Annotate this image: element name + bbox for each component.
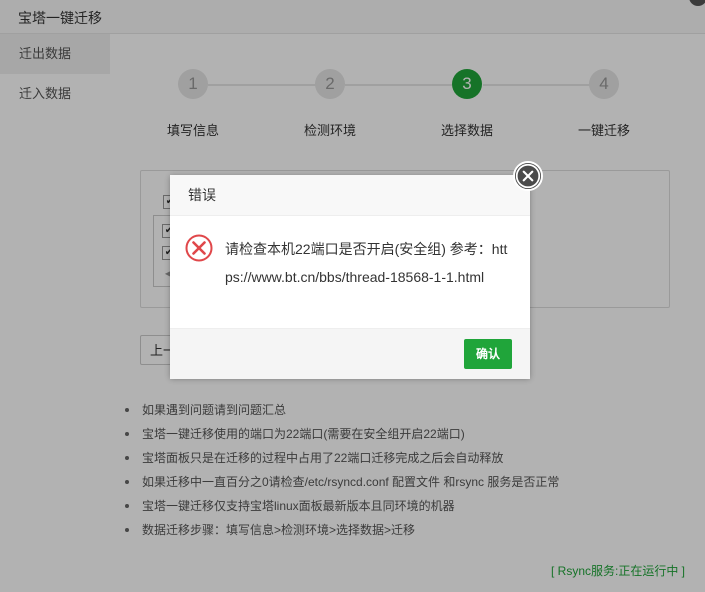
confirm-button[interactable]: 确认	[464, 339, 512, 369]
dialog-body: 请检查本机22端口是否开启(安全组) 参考：https://www.bt.cn/…	[170, 216, 530, 327]
dialog-title: 错误	[170, 175, 530, 216]
error-icon	[185, 234, 213, 262]
error-dialog: 错误 请检查本机22端口是否开启(安全组) 参考：https://www.bt.…	[170, 175, 530, 379]
close-icon[interactable]	[513, 161, 543, 191]
dialog-footer: 确认	[170, 328, 530, 379]
error-message: 请检查本机22端口是否开启(安全组) 参考：https://www.bt.cn/…	[225, 241, 508, 285]
